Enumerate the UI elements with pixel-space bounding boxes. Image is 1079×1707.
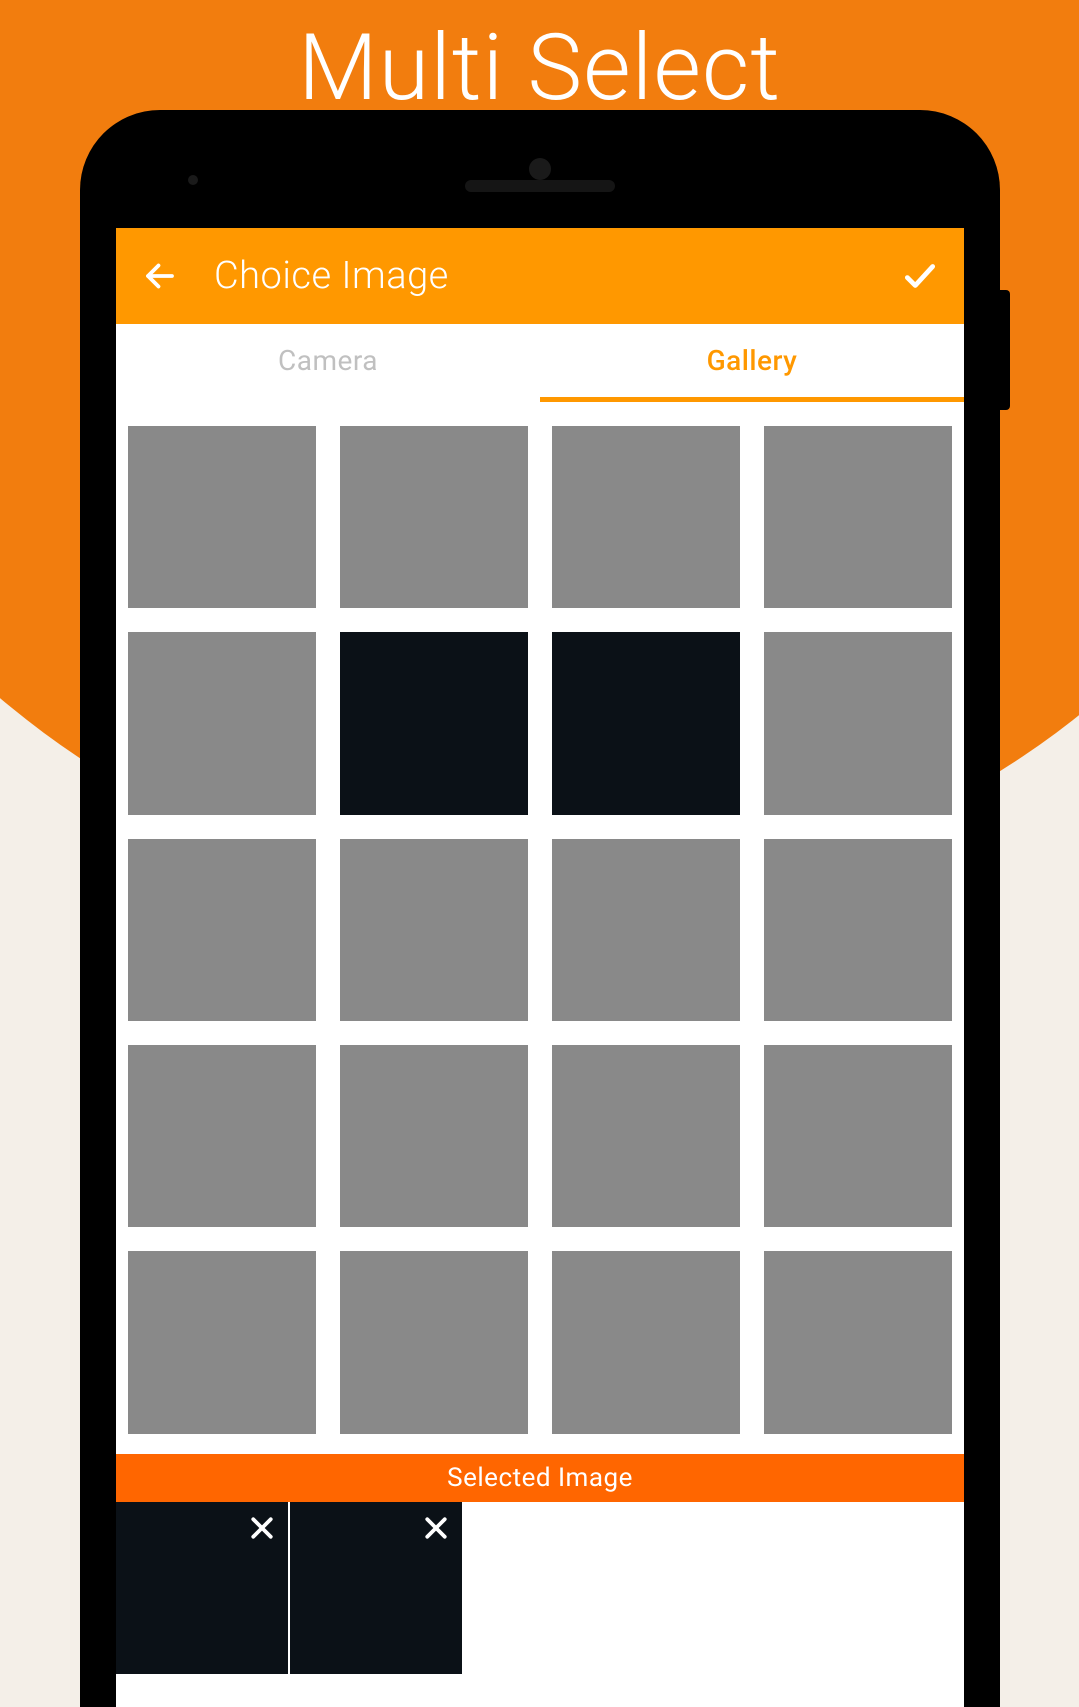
close-icon <box>421 1513 451 1543</box>
arrow-left-icon <box>142 258 178 294</box>
promo-title: Multi Select <box>0 15 1079 122</box>
gallery-thumbnail[interactable] <box>340 426 528 608</box>
phone-power-button <box>1000 290 1010 410</box>
gallery-thumbnail[interactable] <box>128 1045 316 1227</box>
gallery-thumbnail[interactable] <box>552 839 740 1021</box>
gallery-thumbnail[interactable] <box>764 426 952 608</box>
confirm-button[interactable] <box>896 257 944 295</box>
tab-camera-label: Camera <box>278 344 378 377</box>
gallery-thumbnail[interactable] <box>128 839 316 1021</box>
selected-image[interactable] <box>116 1502 288 1674</box>
gallery-thumbnail[interactable] <box>764 839 952 1021</box>
selected-bar: Selected Image <box>116 1454 964 1502</box>
gallery-thumbnail[interactable] <box>764 632 952 814</box>
gallery-thumbnail[interactable] <box>340 839 528 1021</box>
gallery-grid-container <box>116 402 964 1434</box>
gallery-thumbnail[interactable] <box>552 426 740 608</box>
app-bar: Choice Image <box>116 228 964 324</box>
gallery-thumbnail[interactable] <box>552 632 740 814</box>
remove-selected-button[interactable] <box>416 1508 456 1548</box>
tab-gallery-label: Gallery <box>707 344 798 377</box>
gallery-grid <box>128 426 952 1434</box>
remove-selected-button[interactable] <box>242 1508 282 1548</box>
phone-top-bezel <box>80 110 1000 228</box>
tabs: Camera Gallery <box>116 324 964 402</box>
selected-image[interactable] <box>290 1502 462 1674</box>
gallery-thumbnail[interactable] <box>552 1251 740 1433</box>
selected-tray <box>116 1502 964 1674</box>
gallery-thumbnail[interactable] <box>128 1251 316 1433</box>
close-icon <box>247 1513 277 1543</box>
phone-proximity-sensor <box>188 175 198 185</box>
gallery-thumbnail[interactable] <box>340 632 528 814</box>
gallery-thumbnail[interactable] <box>128 426 316 608</box>
gallery-thumbnail[interactable] <box>764 1251 952 1433</box>
phone-front-camera <box>529 158 551 180</box>
phone-frame: Choice Image Camera Gallery Selected Ima… <box>80 110 1000 1707</box>
tab-gallery[interactable]: Gallery <box>540 324 964 402</box>
appbar-title: Choice Image <box>214 254 449 298</box>
phone-mockup: Choice Image Camera Gallery Selected Ima… <box>80 110 1000 1707</box>
check-icon <box>901 257 939 295</box>
gallery-thumbnail[interactable] <box>552 1045 740 1227</box>
gallery-thumbnail[interactable] <box>128 632 316 814</box>
gallery-thumbnail[interactable] <box>340 1251 528 1433</box>
gallery-thumbnail[interactable] <box>764 1045 952 1227</box>
gallery-thumbnail[interactable] <box>340 1045 528 1227</box>
tab-camera[interactable]: Camera <box>116 324 540 402</box>
phone-screen: Choice Image Camera Gallery Selected Ima… <box>116 228 964 1707</box>
back-button[interactable] <box>136 258 184 294</box>
selected-bar-label: Selected Image <box>447 1463 633 1493</box>
phone-speaker-grille <box>465 180 615 192</box>
